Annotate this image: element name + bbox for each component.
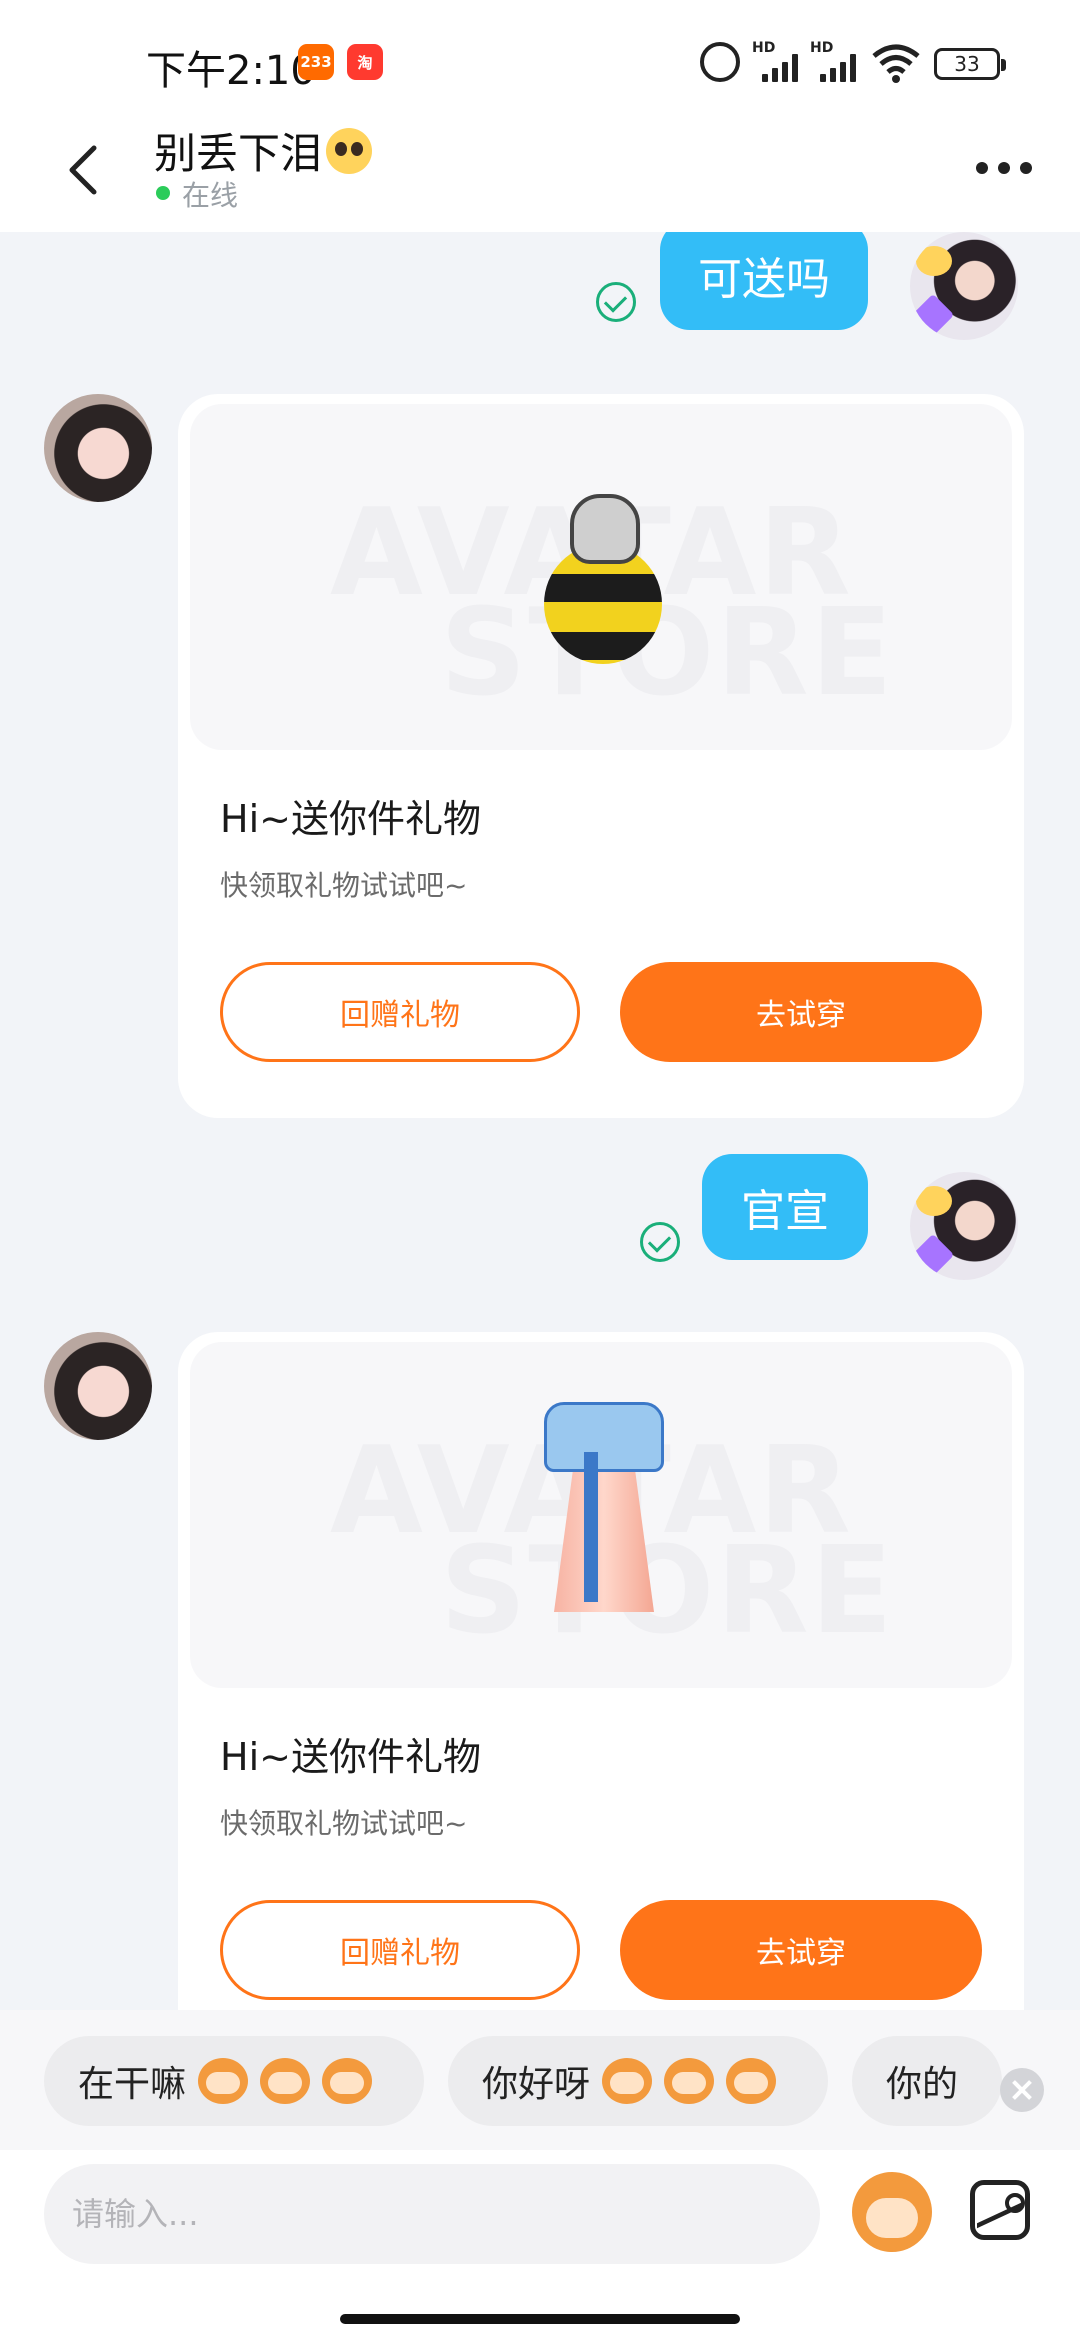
online-status-dot (156, 186, 170, 200)
signal-icon: HD (752, 40, 808, 82)
my-avatar[interactable] (910, 232, 1018, 340)
chat-title-text: 别丢下泪 (154, 129, 323, 178)
bee-costume-image (544, 494, 662, 664)
quick-reply-chip[interactable]: 你的 (852, 2036, 1002, 2126)
monkey-emoji-icon (726, 2058, 777, 2104)
delivered-check-icon (596, 282, 636, 322)
gift-subtitle: 快领取礼物试试吧~ (220, 1807, 468, 1840)
return-gift-button[interactable]: 回赠礼物 (220, 1900, 580, 2000)
battery-icon: 33 (934, 48, 1006, 80)
my-avatar[interactable] (910, 1172, 1018, 1280)
more-options-icon[interactable] (976, 158, 1032, 178)
gift-subtitle: 快领取礼物试试吧~ (220, 869, 468, 902)
quick-reply-text: 你好呀 (482, 2064, 591, 2105)
contact-avatar[interactable] (44, 1332, 152, 1440)
quick-reply-chip[interactable]: 你好呀 (448, 2036, 828, 2126)
pleading-face-icon (326, 128, 373, 174)
chat-title: 别丢下泪 (154, 120, 373, 181)
quick-reply-text: 你的 (886, 2064, 959, 2105)
monkey-emoji-icon (260, 2058, 311, 2104)
quick-reply-bar: 在干嘛 你好呀 你的 (0, 2010, 1080, 2150)
image-icon[interactable] (970, 2180, 1030, 2240)
delivered-check-icon (640, 1222, 680, 1262)
chat-header: 别丢下泪 在线 (0, 120, 1080, 232)
home-indicator[interactable] (340, 2314, 740, 2324)
status-bar: 下午2:10 233 淘 HD HD 33 (0, 0, 1080, 120)
quick-reply-chip[interactable]: 在干嘛 (44, 2036, 424, 2126)
gift-title: Hi~送你件礼物 (220, 1735, 481, 1779)
online-status-label: 在线 (182, 179, 239, 212)
monkey-emoji-icon (664, 2058, 715, 2104)
close-quick-replies-icon[interactable] (1000, 2068, 1044, 2112)
monkey-emoji-icon (602, 2058, 653, 2104)
return-gift-button[interactable]: 回赠礼物 (220, 962, 580, 1062)
alarm-icon (700, 42, 740, 82)
input-bar (0, 2150, 1080, 2340)
message-list[interactable]: 可送吗 AVATAR STORE Hi~送你件礼物 快领取礼物试试吧~ 回赠礼物… (0, 232, 1080, 2010)
contact-avatar[interactable] (44, 394, 152, 502)
watermark-text: STORE (440, 1522, 895, 1661)
quick-reply-text: 在干嘛 (78, 2064, 187, 2105)
gift-preview-image[interactable]: AVATAR STORE (190, 404, 1012, 750)
gift-preview-image[interactable]: AVATAR STORE (190, 1342, 1012, 1688)
gift-title: Hi~送你件礼物 (220, 797, 481, 841)
message-bubble-sent[interactable]: 官宣 (702, 1154, 868, 1260)
monkey-emoji-icon (322, 2058, 373, 2104)
app-233-icon: 233 (298, 44, 334, 80)
watermark-text: STORE (440, 584, 895, 723)
taobao-icon: 淘 (347, 44, 383, 80)
sticker-icon[interactable] (852, 2172, 932, 2252)
wifi-icon (872, 44, 920, 83)
gift-card: AVATAR STORE Hi~送你件礼物 快领取礼物试试吧~ 回赠礼物 去试穿 (178, 1332, 1024, 2010)
signal-icon: HD (810, 40, 866, 82)
gift-card: AVATAR STORE Hi~送你件礼物 快领取礼物试试吧~ 回赠礼物 去试穿 (178, 394, 1024, 1118)
try-on-button[interactable]: 去试穿 (620, 962, 982, 1062)
hanfu-dress-image (544, 1402, 664, 1612)
message-input[interactable] (44, 2164, 820, 2264)
status-time: 下午2:10 (146, 48, 316, 94)
back-icon[interactable] (56, 140, 116, 200)
try-on-button[interactable]: 去试穿 (620, 1900, 982, 2000)
message-bubble-sent[interactable]: 可送吗 (660, 232, 868, 330)
monkey-emoji-icon (198, 2058, 249, 2104)
